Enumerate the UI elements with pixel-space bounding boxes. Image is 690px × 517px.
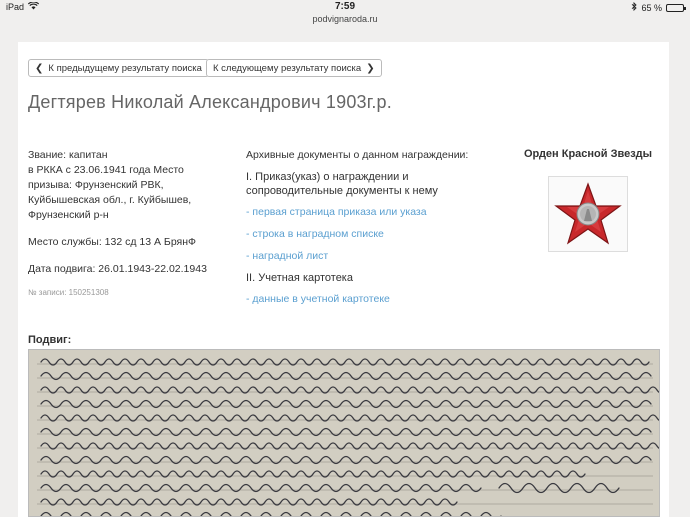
service-line: Куйбышевская обл., г. Куйбышев, xyxy=(28,194,192,206)
record-number: № записи: 150251308 xyxy=(28,288,109,297)
award-image[interactable] xyxy=(548,176,628,252)
service-line: призыва: Фрунзенский РВК, xyxy=(28,179,164,191)
handwriting-scan-image xyxy=(29,350,659,516)
person-info: Звание: капитан в РККА с 23.06.1941 года… xyxy=(28,148,233,300)
card-index-link[interactable]: - данные в учетной картотеке xyxy=(246,292,506,307)
archive-heading: Архивные документы о данном награждении: xyxy=(246,149,469,161)
award-sheet-link[interactable]: - наградной лист xyxy=(246,249,506,264)
bluetooth-icon xyxy=(631,1,638,13)
archive-section-2: II. Учетная картотека xyxy=(246,272,353,284)
archive-documents: Архивные документы о данном награждении:… xyxy=(246,148,506,314)
award-list-row-link[interactable]: - строка в наградном списке xyxy=(246,227,506,242)
red-star-medal-icon xyxy=(554,182,622,245)
prev-result-label: К предыдущему результату поиска xyxy=(48,62,202,74)
content-card: ❮ К предыдущему результату поиска К след… xyxy=(18,42,669,517)
service-line: в РККА с 23.06.1941 года Место xyxy=(28,164,184,176)
rank: Звание: капитан xyxy=(28,149,108,161)
place-of-service: Место службы: 132 сд 13 А БрянФ xyxy=(28,236,197,248)
award-panel: Орден Красной Звезды xyxy=(516,148,660,252)
address-bar[interactable]: podvignaroda.ru xyxy=(0,14,690,26)
clock: 7:59 xyxy=(334,1,355,12)
feat-label: Подвиг: xyxy=(28,334,72,346)
next-result-button[interactable]: К следующему результату поиска ❯ xyxy=(206,59,382,77)
chevron-left-icon: ❮ xyxy=(35,62,44,74)
archive-section-1: I. Приказ(указ) о награждении и сопровод… xyxy=(246,171,438,197)
order-first-page-link[interactable]: - первая страница приказа или указа xyxy=(246,205,506,220)
feat-date: Дата подвига: 26.01.1943-22.02.1943 xyxy=(28,263,207,275)
feat-document-scan[interactable] xyxy=(28,349,660,517)
page-title: Дегтярев Николай Александрович 1903г.р. xyxy=(28,92,392,112)
status-bar: iPad 7:59 65 % xyxy=(0,0,690,14)
chevron-right-icon: ❯ xyxy=(366,62,375,74)
service-line: Фрунзенский р-н xyxy=(28,209,109,221)
award-name: Орден Красной Звезды xyxy=(523,148,653,160)
prev-result-button[interactable]: ❮ К предыдущему результату поиска xyxy=(28,59,209,77)
next-result-label: К следующему результату поиска xyxy=(213,62,362,74)
battery-percent: 65 % xyxy=(641,2,662,13)
battery-icon xyxy=(666,3,686,12)
